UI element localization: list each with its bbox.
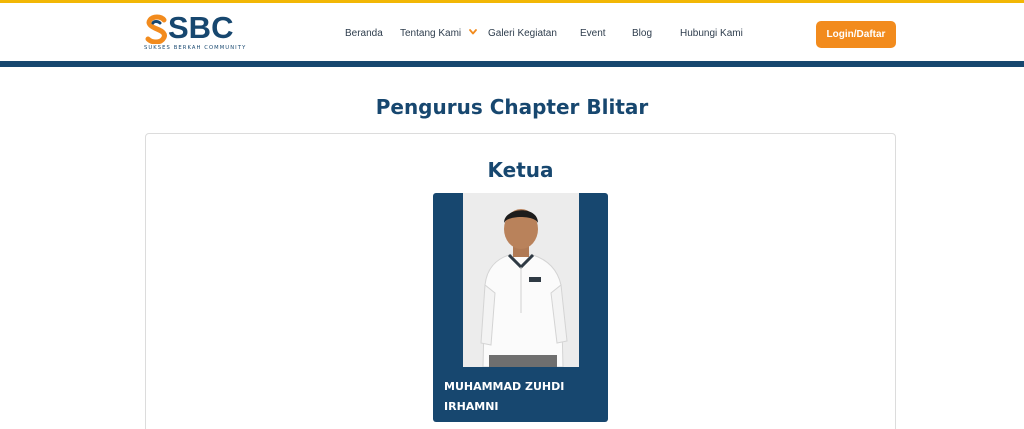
members-panel: Ketua MUHAMMAD ZUHDI IRHAMNI bbox=[145, 133, 896, 429]
nav-item-label: Tentang Kami bbox=[400, 28, 462, 39]
nav-item-blog[interactable]: Blog bbox=[632, 28, 652, 39]
sbc-logo-mark-icon bbox=[145, 14, 167, 44]
member-name: MUHAMMAD ZUHDI IRHAMNI bbox=[444, 380, 565, 413]
login-register-button[interactable]: Login/Daftar bbox=[816, 21, 896, 48]
nav-item-beranda[interactable]: Beranda bbox=[345, 28, 383, 39]
member-photo bbox=[463, 193, 579, 367]
logo-tagline: SUKSES BERKAH COMMUNITY bbox=[144, 45, 247, 51]
site-logo[interactable]: SBC SUKSES BERKAH COMMUNITY bbox=[144, 10, 256, 54]
logo-text: SBC bbox=[168, 10, 234, 45]
member-card[interactable]: MUHAMMAD ZUHDI IRHAMNI bbox=[433, 193, 608, 422]
header-bottom-bar bbox=[0, 61, 1024, 67]
page-title: Pengurus Chapter Blitar bbox=[375, 95, 649, 119]
site-header: SBC SUKSES BERKAH COMMUNITY Beranda Tent… bbox=[0, 3, 1024, 61]
person-photo-icon bbox=[463, 193, 579, 367]
nav-item-galeri-kegiatan[interactable]: Galeri Kegiatan bbox=[488, 28, 557, 39]
nav-item-hubungi-kami[interactable]: Hubungi Kami bbox=[680, 28, 743, 39]
nav-item-event[interactable]: Event bbox=[580, 28, 606, 39]
chevron-down-icon bbox=[469, 29, 477, 35]
nav-item-tentang-kami[interactable]: Tentang Kami bbox=[400, 28, 477, 39]
section-heading: Ketua bbox=[487, 158, 554, 182]
